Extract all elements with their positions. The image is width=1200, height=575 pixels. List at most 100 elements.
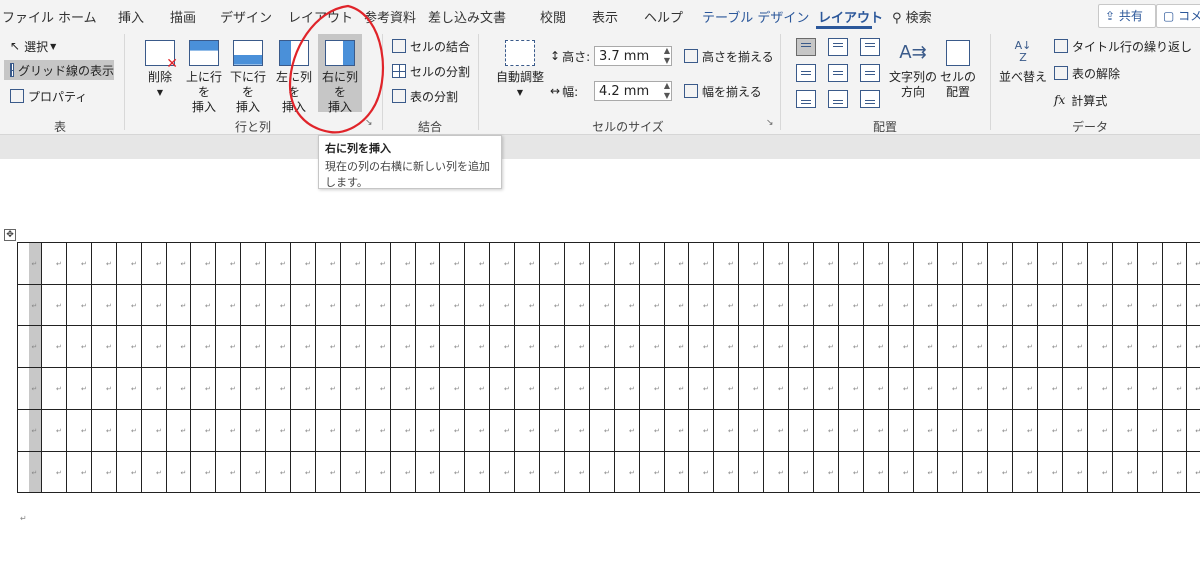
cell-end-mark[interactable]: ↵	[1052, 469, 1058, 477]
cell-end-mark[interactable]: ↵	[479, 302, 485, 310]
cell-end-mark[interactable]: ↵	[131, 260, 137, 268]
cell-end-mark[interactable]: ↵	[952, 385, 958, 393]
cell-end-mark[interactable]: ↵	[280, 302, 286, 310]
cell-end-mark[interactable]: ↵	[81, 469, 87, 477]
cell-end-mark[interactable]: ↵	[952, 469, 958, 477]
cell-end-mark[interactable]: ↵	[81, 260, 87, 268]
cell-end-mark[interactable]: ↵	[604, 343, 610, 351]
cell-end-mark[interactable]: ↵	[803, 260, 809, 268]
cell-end-mark[interactable]: ↵	[131, 343, 137, 351]
cell-end-mark[interactable]: ↵	[1102, 427, 1108, 435]
cell-end-mark[interactable]: ↵	[679, 385, 685, 393]
cell-end-mark[interactable]: ↵	[703, 302, 709, 310]
cell-end-mark[interactable]: ↵	[654, 302, 660, 310]
cell-end-mark[interactable]: ↵	[828, 469, 834, 477]
cell-end-mark[interactable]: ↵	[579, 260, 585, 268]
cell-end-mark[interactable]: ↵	[728, 343, 734, 351]
cell-end-mark[interactable]: ↵	[1152, 260, 1158, 268]
cell-end-mark[interactable]: ↵	[1195, 343, 1200, 351]
cell-end-mark[interactable]: ↵	[1102, 302, 1108, 310]
cell-end-mark[interactable]: ↵	[255, 343, 261, 351]
cell-end-mark[interactable]: ↵	[1195, 469, 1200, 477]
cell-end-mark[interactable]: ↵	[679, 260, 685, 268]
cell-end-mark[interactable]: ↵	[230, 385, 236, 393]
cell-end-mark[interactable]: ↵	[81, 302, 87, 310]
cell-end-mark[interactable]: ↵	[156, 385, 162, 393]
table-move-handle[interactable]: ✥	[4, 229, 16, 241]
cell-end-mark[interactable]: ↵	[355, 260, 361, 268]
cell-end-mark[interactable]: ↵	[928, 260, 934, 268]
cell-end-mark[interactable]: ↵	[629, 427, 635, 435]
cell-end-mark[interactable]: ↵	[1152, 302, 1158, 310]
cell-end-mark[interactable]: ↵	[380, 385, 386, 393]
cell-end-mark[interactable]: ↵	[952, 343, 958, 351]
cell-end-mark[interactable]: ↵	[604, 302, 610, 310]
cell-end-mark[interactable]: ↵	[280, 385, 286, 393]
cell-end-mark[interactable]: ↵	[654, 260, 660, 268]
cell-end-mark[interactable]: ↵	[629, 469, 635, 477]
cell-end-mark[interactable]: ↵	[56, 260, 62, 268]
cell-end-mark[interactable]: ↵	[878, 385, 884, 393]
cell-end-mark[interactable]: ↵	[430, 302, 436, 310]
cell-end-mark[interactable]: ↵	[529, 427, 535, 435]
cell-end-mark[interactable]: ↵	[330, 427, 336, 435]
cell-end-mark[interactable]: ↵	[181, 260, 187, 268]
cell-end-mark[interactable]: ↵	[32, 302, 38, 310]
cell-end-mark[interactable]: ↵	[753, 302, 759, 310]
cell-end-mark[interactable]: ↵	[479, 427, 485, 435]
cell-end-mark[interactable]: ↵	[81, 343, 87, 351]
cell-end-mark[interactable]: ↵	[305, 469, 311, 477]
cell-end-mark[interactable]: ↵	[853, 343, 859, 351]
cell-end-mark[interactable]: ↵	[205, 385, 211, 393]
cell-end-mark[interactable]: ↵	[878, 302, 884, 310]
cell-end-mark[interactable]: ↵	[853, 469, 859, 477]
cell-end-mark[interactable]: ↵	[405, 343, 411, 351]
cell-end-mark[interactable]: ↵	[728, 427, 734, 435]
cell-end-mark[interactable]: ↵	[703, 385, 709, 393]
cell-end-mark[interactable]: ↵	[181, 385, 187, 393]
cell-end-mark[interactable]: ↵	[977, 469, 983, 477]
cell-end-mark[interactable]: ↵	[977, 385, 983, 393]
cell-end-mark[interactable]: ↵	[81, 427, 87, 435]
cell-end-mark[interactable]: ↵	[1177, 302, 1183, 310]
cell-end-mark[interactable]: ↵	[106, 302, 112, 310]
cell-end-mark[interactable]: ↵	[977, 260, 983, 268]
cell-end-mark[interactable]: ↵	[1127, 343, 1133, 351]
cell-end-mark[interactable]: ↵	[280, 469, 286, 477]
cell-end-mark[interactable]: ↵	[280, 427, 286, 435]
cell-end-mark[interactable]: ↵	[131, 427, 137, 435]
cell-end-mark[interactable]: ↵	[32, 427, 38, 435]
cell-end-mark[interactable]: ↵	[280, 343, 286, 351]
cell-end-mark[interactable]: ↵	[405, 385, 411, 393]
cell-end-mark[interactable]: ↵	[928, 385, 934, 393]
cell-end-mark[interactable]: ↵	[928, 302, 934, 310]
cell-end-mark[interactable]: ↵	[32, 385, 38, 393]
cell-end-mark[interactable]: ↵	[1195, 260, 1200, 268]
cell-end-mark[interactable]: ↵	[803, 343, 809, 351]
cell-end-mark[interactable]: ↵	[753, 427, 759, 435]
cell-end-mark[interactable]: ↵	[554, 427, 560, 435]
cell-end-mark[interactable]: ↵	[554, 302, 560, 310]
cell-end-mark[interactable]: ↵	[1152, 427, 1158, 435]
cell-end-mark[interactable]: ↵	[554, 260, 560, 268]
cell-end-mark[interactable]: ↵	[454, 260, 460, 268]
cell-end-mark[interactable]: ↵	[504, 302, 510, 310]
cell-end-mark[interactable]: ↵	[205, 427, 211, 435]
cell-end-mark[interactable]: ↵	[903, 385, 909, 393]
cell-end-mark[interactable]: ↵	[903, 427, 909, 435]
cell-end-mark[interactable]: ↵	[579, 469, 585, 477]
cell-end-mark[interactable]: ↵	[106, 427, 112, 435]
cell-end-mark[interactable]: ↵	[205, 343, 211, 351]
cell-end-mark[interactable]: ↵	[903, 343, 909, 351]
cell-end-mark[interactable]: ↵	[1027, 343, 1033, 351]
cell-end-mark[interactable]: ↵	[430, 469, 436, 477]
cell-end-mark[interactable]: ↵	[654, 385, 660, 393]
cell-end-mark[interactable]: ↵	[604, 260, 610, 268]
cell-end-mark[interactable]: ↵	[654, 427, 660, 435]
cell-end-mark[interactable]: ↵	[305, 260, 311, 268]
cell-end-mark[interactable]: ↵	[355, 302, 361, 310]
cell-end-mark[interactable]: ↵	[654, 343, 660, 351]
cell-end-mark[interactable]: ↵	[928, 469, 934, 477]
cell-end-mark[interactable]: ↵	[380, 469, 386, 477]
cell-end-mark[interactable]: ↵	[1177, 427, 1183, 435]
